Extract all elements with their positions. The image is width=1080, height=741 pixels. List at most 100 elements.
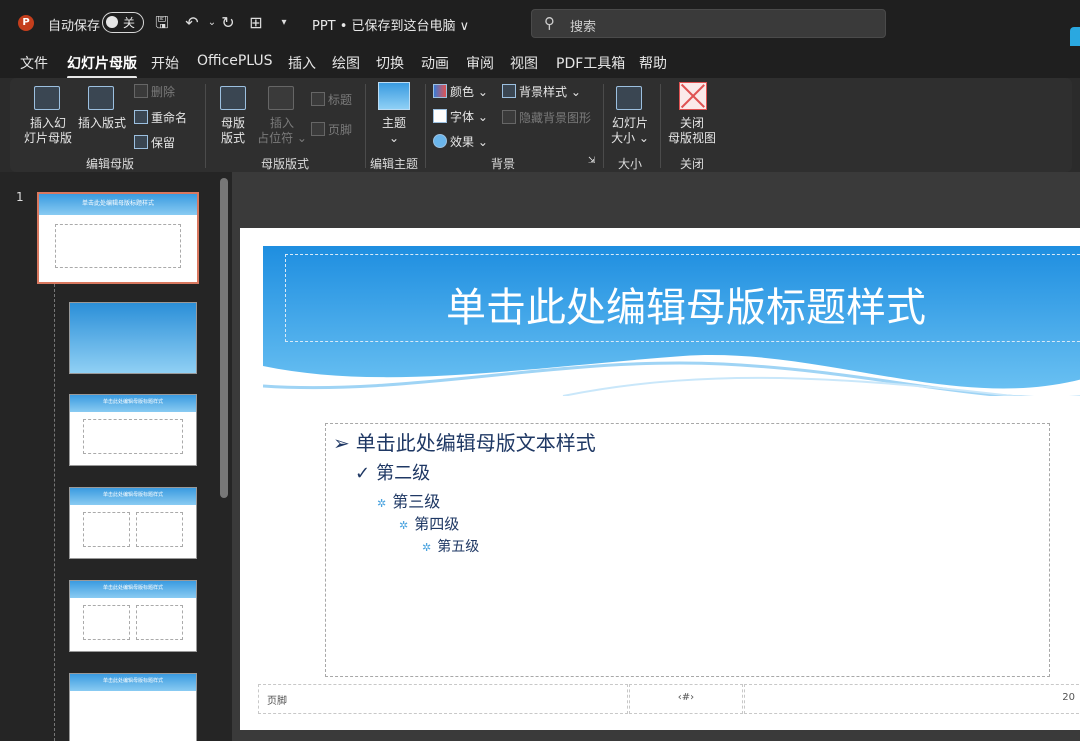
autosave-toggle[interactable]: 关 [102, 12, 144, 33]
preserve-label: 保留 [151, 136, 176, 150]
insert-slide-master-button[interactable]: 插入幻 灯片母版 [22, 116, 74, 146]
star-bullet-icon: ✲ [422, 541, 432, 554]
tab-animations[interactable]: 动画 [421, 53, 449, 73]
rename-button[interactable]: 重命名 [134, 110, 187, 126]
footer-checkbox[interactable]: 页脚 [311, 122, 352, 138]
insert-placeholder-button[interactable]: 插入 占位符 ⌄ [256, 116, 308, 146]
background-styles-label: 背景样式 ⌄ [519, 85, 581, 99]
tab-officeplus[interactable]: OfficePLUS [197, 53, 273, 69]
footer-check-label: 页脚 [328, 123, 353, 137]
effects-label: 效果 ⌄ [450, 135, 488, 149]
tab-draw[interactable]: 绘图 [332, 53, 360, 73]
effects-button[interactable]: 效果 ⌄ [433, 134, 488, 150]
thumbnail-scrollbar[interactable] [220, 178, 228, 498]
level-5-text: 第五级 [437, 539, 480, 555]
master-layout-label-2: 版式 [220, 131, 245, 145]
tab-pdf-tools[interactable]: PDF工具箱 [556, 53, 625, 73]
slide-thumbnail-pane: 1 单击此处编辑母版标题样式 单击此处编辑母版标题样式 单击此处编辑母版标题样式… [0, 172, 232, 741]
delete-button[interactable]: 删除 [134, 84, 175, 100]
hide-bg-graphics-label: 隐藏背景图形 [519, 111, 592, 125]
themes-button[interactable]: 主题 ⌄ [376, 116, 412, 146]
search-box[interactable]: ⚲ 搜索 [531, 9, 886, 38]
thumb-title: 单击此处编辑母版标题样式 [102, 584, 163, 591]
text-level-1: ➢ 单击此处编辑母版文本样式 [333, 427, 596, 456]
present-icon[interactable]: ⊞ [246, 13, 266, 33]
layout-thumbnail[interactable] [69, 302, 197, 374]
ribbon-separator [205, 84, 206, 168]
tab-view[interactable]: 视图 [510, 53, 538, 73]
ribbon-separator [660, 84, 661, 168]
redo-icon[interactable]: ↻ [218, 13, 238, 33]
check-bullet-icon: ✓ [355, 463, 371, 484]
fonts-button[interactable]: 字体 ⌄ [433, 109, 488, 125]
checkbox-icon [311, 92, 325, 106]
star-bullet-icon: ✲ [399, 519, 409, 532]
tab-review[interactable]: 审阅 [466, 53, 494, 73]
tab-help[interactable]: 帮助 [639, 53, 667, 73]
layout-thumbnail[interactable]: 单击此处编辑母版标题样式 [69, 394, 197, 466]
delete-icon [134, 84, 148, 98]
ribbon-tabs: 文件 幻灯片母版 开始 OfficePLUS 插入 绘图 切换 动画 审阅 视图… [0, 46, 1080, 79]
powerpoint-logo-icon: P [18, 15, 34, 31]
insert-placeholder-label-1: 插入 [269, 116, 294, 130]
background-styles-button[interactable]: 背景样式 ⌄ [502, 84, 581, 100]
hide-bg-graphics-checkbox[interactable]: 隐藏背景图形 [502, 110, 591, 126]
undo-icon[interactable]: ↶ [182, 13, 202, 33]
layout-thumbnail[interactable]: 单击此处编辑母版标题样式 [69, 487, 197, 559]
master-slide-thumbnail[interactable]: 单击此处编辑母版标题样式 [37, 192, 199, 284]
title-checkbox[interactable]: 标题 [311, 92, 352, 108]
tab-slide-master[interactable]: 幻灯片母版 [67, 53, 137, 79]
close-master-view-button[interactable]: 关闭 母版视图 [666, 116, 718, 146]
slide-size-icon [616, 86, 642, 110]
insert-placeholder-icon [268, 86, 294, 110]
tab-transitions[interactable]: 切换 [376, 53, 404, 73]
tab-home[interactable]: 开始 [151, 53, 179, 73]
group-label-edit-theme: 编辑主题 [369, 157, 418, 171]
slide-title: 单击此处编辑母版标题样式 [446, 285, 926, 331]
master-slide[interactable]: 单击此处编辑母版标题样式 ➢ 单击此处编辑母版文本样式 ✓ 第二级 ✲ 第三级 ✲ 第四… [240, 228, 1080, 730]
document-title[interactable]: PPT • 已保存到这台电脑 ∨ [312, 15, 469, 34]
title-placeholder[interactable]: 单击此处编辑母版标题样式 [285, 254, 1080, 342]
background-dialog-launcher-icon[interactable]: ⇲ [588, 154, 596, 169]
date-text: 20 [1062, 692, 1075, 703]
layout-thumbnail[interactable]: 单击此处编辑母版标题样式 [69, 673, 197, 741]
colors-button[interactable]: 颜色 ⌄ [433, 84, 488, 100]
insert-layout-button[interactable]: 插入版式 [76, 116, 128, 131]
thumb-body [135, 604, 184, 640]
thumb-body [82, 511, 131, 547]
date-placeholder[interactable]: 20 [744, 684, 1080, 714]
themes-label: 主题 [381, 116, 406, 130]
thumb-title: 单击此处编辑母版标题样式 [102, 491, 163, 498]
save-icon[interactable]: 🖫 [152, 13, 172, 33]
rename-icon [134, 110, 148, 124]
ribbon-separator [603, 84, 604, 168]
slide-size-label-2: 大小 ⌄ [611, 131, 649, 145]
thumb-body [82, 418, 184, 454]
customize-toolbar-icon[interactable]: ▾ [274, 13, 294, 33]
insert-slide-master-label-2: 灯片母版 [23, 131, 72, 145]
title-bar: P 自动保存 关 🖫 ↶ ⌄ ↻ ⊞ ▾ PPT • 已保存到这台电脑 ∨ ⚲ … [0, 0, 1080, 51]
insert-placeholder-label-2: 占位符 ⌄ [257, 131, 307, 145]
text-level-5: ✲ 第五级 [422, 536, 479, 556]
checkbox-icon [502, 110, 516, 124]
slide-canvas: 单击此处编辑母版标题样式 ➢ 单击此处编辑母版文本样式 ✓ 第二级 ✲ 第三级 ✲ 第四… [232, 172, 1080, 741]
preserve-button[interactable]: 保留 [134, 135, 175, 151]
group-label-close: 关闭 [679, 157, 704, 171]
group-label-background: 背景 [490, 157, 515, 171]
insert-slide-master-label-1: 插入幻 [29, 116, 66, 130]
master-layout-icon [220, 86, 246, 110]
footer-placeholder[interactable]: 页脚 [258, 684, 628, 714]
search-placeholder: 搜索 [570, 20, 597, 35]
slide-number-placeholder[interactable]: ‹#› [629, 684, 743, 714]
tab-insert[interactable]: 插入 [288, 53, 316, 73]
layout-thumbnail[interactable]: 单击此处编辑母版标题样式 [69, 580, 197, 652]
slide-size-button[interactable]: 幻灯片 大小 ⌄ [608, 116, 652, 146]
thumb-title: 单击此处编辑母版标题样式 [102, 398, 163, 405]
effects-icon [433, 134, 447, 148]
master-layout-button[interactable]: 母版 版式 [212, 116, 254, 146]
themes-dropdown: ⌄ [388, 131, 400, 145]
star-bullet-icon: ✲ [377, 497, 387, 510]
text-level-4: ✲ 第四级 [399, 513, 459, 534]
thumb-body [82, 604, 131, 640]
tab-file[interactable]: 文件 [20, 53, 48, 73]
